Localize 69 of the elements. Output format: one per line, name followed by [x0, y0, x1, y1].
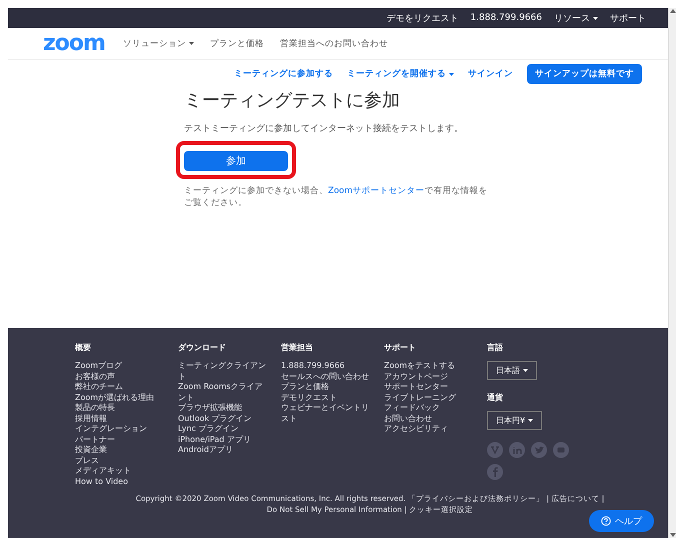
- footer-link[interactable]: Zoomが選ばれる理由: [75, 392, 165, 403]
- video-icon[interactable]: [553, 442, 569, 458]
- footer-link[interactable]: Lync プラグイン: [178, 424, 268, 434]
- facebook-icon[interactable]: [487, 464, 503, 480]
- footer-link[interactable]: サポートセンター: [384, 382, 474, 392]
- top-bar-link[interactable]: サポート: [610, 12, 646, 24]
- linkedin-icon[interactable]: [509, 442, 525, 458]
- caret-icon: [449, 72, 454, 76]
- footer-link[interactable]: Zoomをテストする: [384, 361, 474, 372]
- caret-icon: [593, 16, 598, 20]
- description-text: テストミーティングに参加してインターネット接続をテストします。: [184, 122, 464, 135]
- footer-link[interactable]: ブラウザ拡張機能: [178, 403, 268, 414]
- footer-link[interactable]: メディアキット: [75, 466, 165, 476]
- bird-icon[interactable]: [531, 442, 547, 458]
- join-button[interactable]: 参加: [184, 151, 288, 171]
- nav-link[interactable]: 営業担当へのお問い合わせ: [280, 38, 388, 50]
- footer-link[interactable]: Androidアプリ: [178, 445, 268, 456]
- footer-link[interactable]: プレス: [75, 456, 165, 466]
- top-bar-link[interactable]: デモをリクエスト: [386, 12, 458, 24]
- currency-select[interactable]: 日本円¥: [487, 411, 542, 430]
- footer-link[interactable]: お客様の声: [75, 372, 165, 382]
- nav-link[interactable]: プランと価格: [210, 38, 264, 50]
- footer-heading: サポート: [384, 342, 417, 353]
- footer-link[interactable]: 製品の特長: [75, 403, 165, 414]
- footer-link[interactable]: プランと価格: [281, 382, 371, 392]
- caret-icon: [528, 419, 534, 422]
- footer-heading: 概要: [75, 342, 92, 353]
- nav-link[interactable]: ミーティングに参加する: [234, 68, 333, 80]
- footer-heading: 通貨: [487, 392, 504, 403]
- top-bar-link[interactable]: リソース: [554, 12, 598, 24]
- footer-link[interactable]: お問い合わせ: [384, 414, 474, 424]
- footer-link[interactable]: フィードバック: [384, 403, 474, 414]
- scrollbar[interactable]: [668, 8, 676, 538]
- footer-link[interactable]: パートナー: [75, 434, 165, 445]
- footer-heading: 営業担当: [281, 342, 314, 353]
- footer-link[interactable]: 1.888.799.9666: [281, 361, 371, 372]
- footer-link[interactable]: ウェビナーとイベントリスト: [281, 403, 371, 424]
- footer-heading: 言語: [487, 342, 504, 353]
- footer-link[interactable]: ライブトレーニング: [384, 392, 474, 403]
- footer-link[interactable]: アカウントページ: [384, 372, 474, 382]
- footer-heading: ダウンロード: [178, 342, 227, 353]
- page-title: ミーティングテストに参加: [184, 89, 401, 112]
- footer-link[interactable]: セールスへの問い合わせ: [281, 372, 371, 382]
- footer-link[interactable]: アクセシビリティ: [384, 424, 474, 434]
- support-link[interactable]: Zoomサポートセンター: [328, 186, 425, 196]
- caret-icon: [523, 369, 528, 372]
- footer-link[interactable]: デモリクエスト: [281, 392, 371, 403]
- footer-link[interactable]: Zoom Roomsクライアント: [178, 382, 268, 403]
- nav-link[interactable]: ミーティングを開催する: [347, 68, 454, 80]
- help-text: ミーティングに参加できない場合、Zoomサポートセンターで有用な情報をご覧ください。: [184, 185, 489, 209]
- footer-link[interactable]: iPhone/iPad アプリ: [178, 434, 268, 445]
- nav-link[interactable]: サインイン: [468, 68, 513, 80]
- footer-link[interactable]: Outlook プラグイン: [178, 414, 268, 424]
- scroll-down-icon[interactable]: [670, 532, 676, 538]
- nav-link[interactable]: ソリューション: [122, 38, 194, 50]
- question-icon: [601, 516, 611, 526]
- caret-icon: [188, 42, 194, 45]
- footer-link[interactable]: ミーティングクライアント: [178, 361, 268, 382]
- footer-link[interactable]: 弊社のチーム: [75, 382, 165, 392]
- footer-link[interactable]: 採用情報: [75, 414, 165, 424]
- help-button[interactable]: ヘルプ: [589, 510, 654, 532]
- language-select[interactable]: 日本語: [487, 361, 537, 380]
- footer-link[interactable]: Zoomブログ: [75, 361, 165, 372]
- footer-link[interactable]: 投資企業: [75, 445, 165, 456]
- footer-link[interactable]: インテグレーション: [75, 424, 165, 434]
- scroll-up-icon[interactable]: [670, 8, 676, 14]
- footer-link[interactable]: How to Video: [75, 476, 165, 487]
- signup-button[interactable]: サインアップは無料です: [527, 64, 642, 84]
- top-bar-link[interactable]: 1.888.799.9666: [470, 13, 542, 23]
